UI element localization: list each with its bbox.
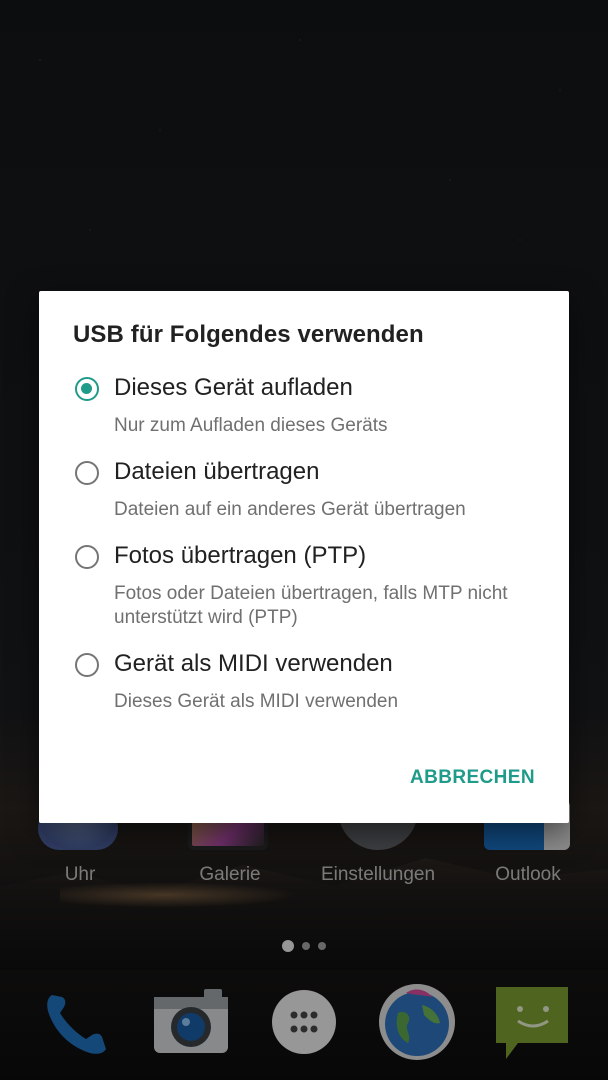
option-description: Fotos oder Dateien übertragen, falls MTP… (114, 583, 508, 628)
dialog-title: USB für Folgendes verwenden (73, 321, 424, 348)
option-title: Fotos übertragen (PTP) (114, 542, 367, 569)
option-description: Dateien auf ein anderes Gerät übertragen (114, 499, 466, 520)
option-description: Nur zum Aufladen dieses Geräts (114, 415, 388, 436)
radio-unselected-icon[interactable] (75, 653, 99, 677)
usb-mode-dialog: USB für Folgendes verwenden Dieses Gerät… (39, 291, 569, 823)
cancel-button[interactable]: ABBRECHEN (410, 767, 535, 789)
option-description: Dieses Gerät als MIDI verwenden (114, 691, 399, 712)
radio-unselected-icon[interactable] (75, 545, 99, 569)
radio-selected-icon[interactable] (75, 377, 99, 401)
option-title: Dateien übertragen (114, 458, 320, 485)
radio-unselected-icon[interactable] (75, 461, 99, 485)
option-title: Dieses Gerät aufladen (114, 374, 353, 401)
option-title: Gerät als MIDI verwenden (114, 650, 393, 677)
